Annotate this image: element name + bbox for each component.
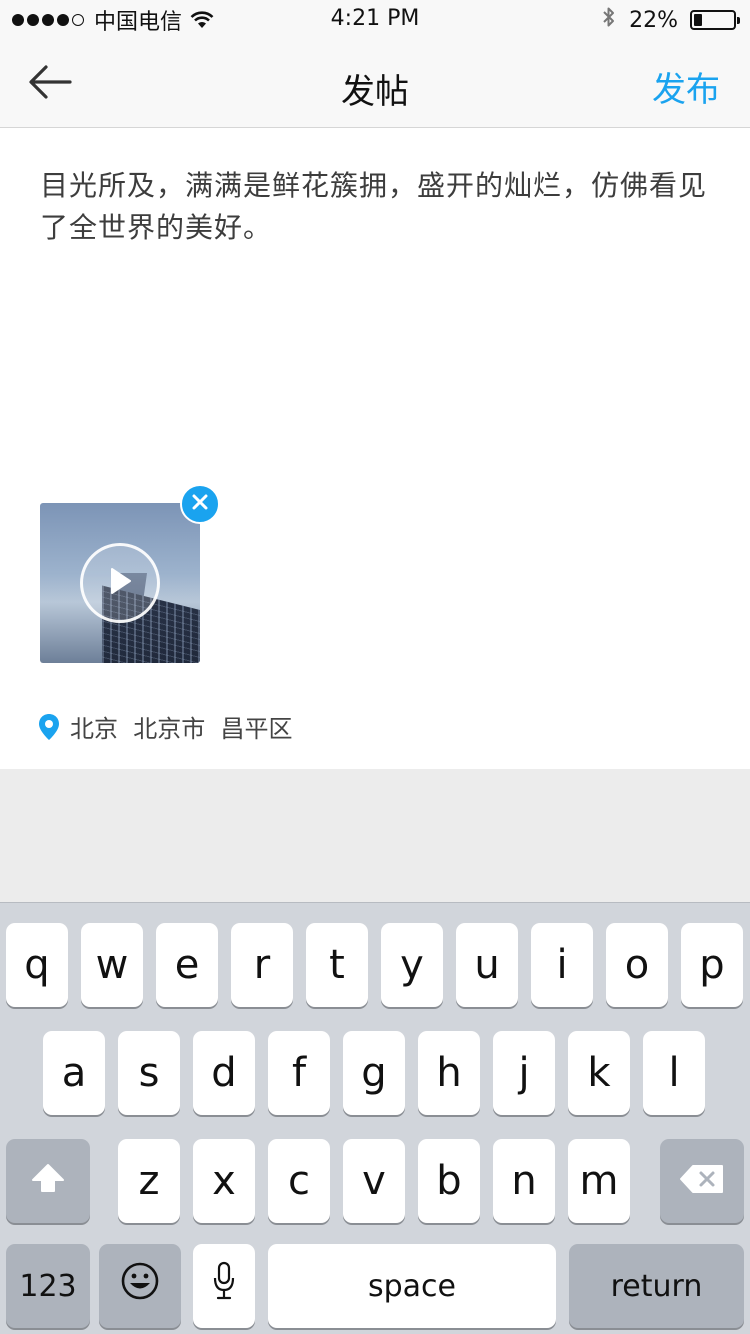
return-key[interactable]: return: [569, 1244, 744, 1328]
bluetooth-icon: [601, 5, 617, 35]
key-b[interactable]: b: [418, 1139, 480, 1223]
post-text-input[interactable]: 目光所及，满满是鲜花簇拥，盛开的灿烂，仿佛看见了全世界的美好。: [40, 165, 720, 249]
key-t[interactable]: t: [306, 923, 368, 1007]
key-p[interactable]: p: [681, 923, 743, 1007]
key-u[interactable]: u: [456, 923, 518, 1007]
key-e[interactable]: e: [156, 923, 218, 1007]
remove-media-button[interactable]: [180, 484, 220, 524]
backspace-icon: [679, 1158, 725, 1204]
battery-icon: [690, 10, 740, 30]
location-tag[interactable]: 北京 北京市 昌平区: [38, 709, 293, 744]
key-o[interactable]: o: [606, 923, 668, 1007]
publish-button[interactable]: 发布: [652, 62, 720, 111]
emoji-key[interactable]: [99, 1244, 181, 1328]
microphone-icon: [212, 1261, 236, 1311]
key-y[interactable]: y: [381, 923, 443, 1007]
key-m[interactable]: m: [568, 1139, 630, 1223]
key-z[interactable]: z: [118, 1139, 180, 1223]
key-f[interactable]: f: [268, 1031, 330, 1115]
editor-spacer: [0, 769, 750, 902]
key-w[interactable]: w: [81, 923, 143, 1007]
shift-icon: [30, 1158, 66, 1204]
battery-percent: 22%: [629, 7, 678, 33]
key-c[interactable]: c: [268, 1139, 330, 1223]
page-title: 发帖: [341, 72, 409, 112]
key-l[interactable]: l: [643, 1031, 705, 1115]
key-s[interactable]: s: [118, 1031, 180, 1115]
key-n[interactable]: n: [493, 1139, 555, 1223]
status-right: 22%: [601, 5, 740, 35]
key-x[interactable]: x: [193, 1139, 255, 1223]
location-text: 北京 北京市 昌平区: [70, 715, 293, 743]
key-k[interactable]: k: [568, 1031, 630, 1115]
keyboard: q w e r t y u i o p a s d f g h j k l z …: [0, 902, 750, 1334]
space-key[interactable]: space: [268, 1244, 556, 1328]
post-editor: 目光所及，满满是鲜花簇拥，盛开的灿烂，仿佛看见了全世界的美好。 北京 北京市 昌…: [0, 129, 750, 769]
video-thumbnail[interactable]: [40, 503, 200, 663]
status-bar: 中国电信 4:21 PM 22%: [0, 0, 750, 40]
emoji-icon: [120, 1261, 160, 1311]
microphone-key[interactable]: [193, 1244, 255, 1328]
numbers-key[interactable]: 123: [6, 1244, 90, 1328]
key-g[interactable]: g: [343, 1031, 405, 1115]
close-icon: [191, 493, 209, 515]
key-a[interactable]: a: [43, 1031, 105, 1115]
key-h[interactable]: h: [418, 1031, 480, 1115]
key-r[interactable]: r: [231, 923, 293, 1007]
battery-level: [694, 14, 702, 26]
key-j[interactable]: j: [493, 1031, 555, 1115]
navigation-bar: 发帖 发布: [0, 40, 750, 128]
location-pin-icon: [38, 713, 60, 741]
delete-key[interactable]: [660, 1139, 744, 1223]
play-button[interactable]: [80, 543, 160, 623]
key-q[interactable]: q: [6, 923, 68, 1007]
shift-key[interactable]: [6, 1139, 90, 1223]
key-d[interactable]: d: [193, 1031, 255, 1115]
key-i[interactable]: i: [531, 923, 593, 1007]
play-icon: [107, 566, 133, 600]
key-v[interactable]: v: [343, 1139, 405, 1223]
